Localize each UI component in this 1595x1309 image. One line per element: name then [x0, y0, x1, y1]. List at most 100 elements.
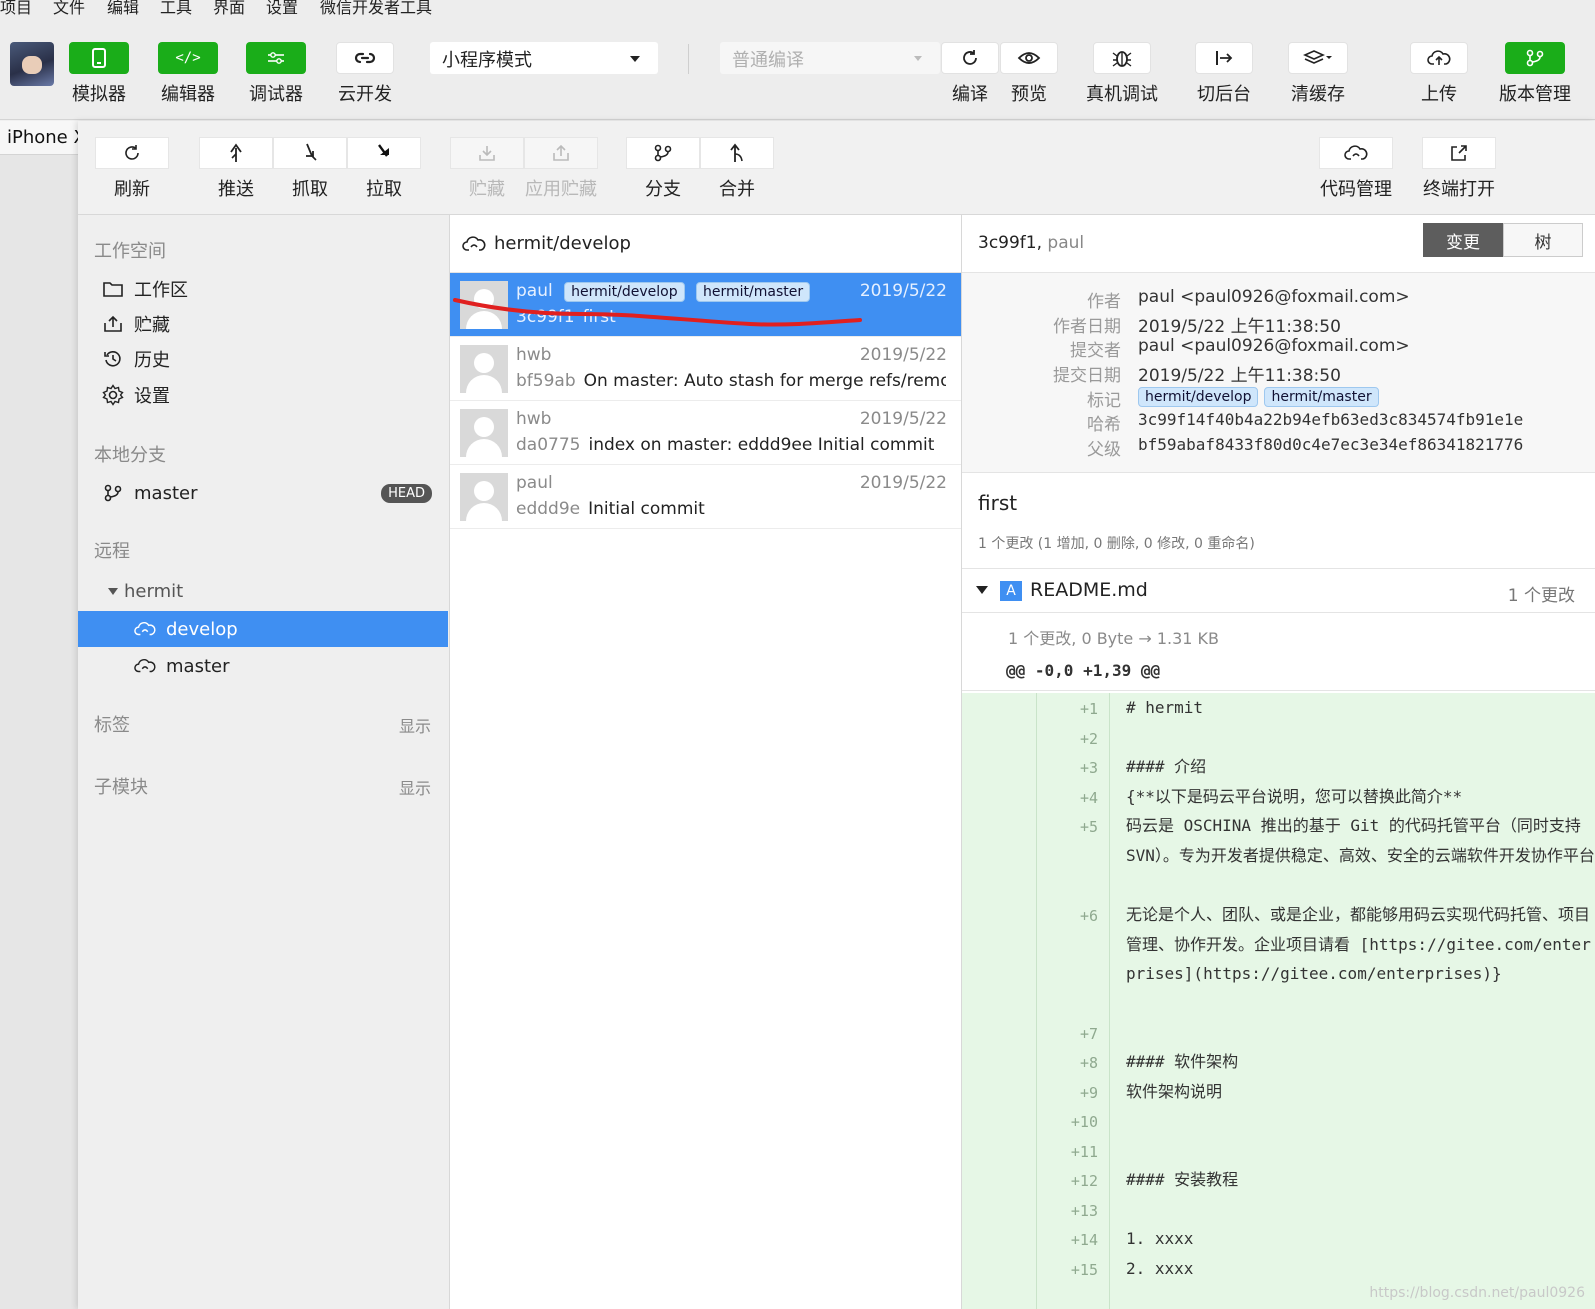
- line-number: +15: [1070, 1261, 1098, 1279]
- compile-label: 编译: [952, 84, 988, 105]
- mode-select[interactable]: 小程序模式: [430, 42, 658, 74]
- sidebar-item-stash[interactable]: 贮藏: [78, 306, 448, 342]
- menu-project[interactable]: 项目: [0, 0, 32, 18]
- line-content: 无论是个人、团队、或是企业，都能够用码云实现代码托管、项目管理、协作开发。企业项…: [1126, 905, 1591, 983]
- workspace-section-title: 工作空间: [94, 241, 166, 262]
- commit-line: eddd9e Initial commit: [516, 499, 946, 519]
- caret-down-icon: [976, 586, 988, 594]
- commit-line: da0775 index on master: eddd9ee Initial c…: [516, 435, 946, 455]
- line-content: #### 介绍: [1126, 757, 1207, 776]
- merge-button[interactable]: 合并: [700, 137, 774, 201]
- git-branch-icon: [1505, 42, 1565, 74]
- submodules-section-title: 子模块: [94, 777, 148, 798]
- menu-tools[interactable]: 工具: [160, 0, 192, 18]
- simulator-button[interactable]: 模拟器: [68, 42, 130, 106]
- tag-badge: hermit/master: [1264, 387, 1379, 407]
- debugger-button[interactable]: 调试器: [245, 42, 307, 106]
- meta-value[interactable]: bf59abaf8433f80d0c4e7ec3e34ef86341821776: [1138, 435, 1523, 454]
- sidebar-item-settings[interactable]: 设置: [78, 377, 448, 413]
- code-management-button[interactable]: 代码管理: [1319, 137, 1393, 201]
- line-number: +10: [1070, 1113, 1098, 1131]
- compile-button[interactable]: 编译: [941, 42, 999, 106]
- menu-wechat-devtools[interactable]: 微信开发者工具: [320, 0, 432, 18]
- line-number: +2: [1079, 730, 1098, 748]
- user-avatar[interactable]: [10, 42, 54, 86]
- version-management-button[interactable]: 版本管理: [1499, 42, 1571, 106]
- file-size-info: 1 个更改, 0 Byte → 1.31 KB: [962, 613, 1595, 653]
- commit-row[interactable]: paul 2019/5/22 eddd9e Initial commit: [450, 465, 961, 529]
- clear-cache-label: 清缓存: [1291, 84, 1345, 105]
- line-number: +1: [1079, 700, 1098, 718]
- editor-button[interactable]: </> 编辑器: [157, 42, 219, 106]
- local-branches-title: 本地分支: [94, 445, 166, 466]
- menu-file[interactable]: 文件: [53, 0, 85, 18]
- remote-branch-master[interactable]: master: [78, 648, 448, 684]
- remote-section-title: 远程: [94, 541, 130, 562]
- line-number: +4: [1079, 789, 1098, 807]
- diff-view: +1 # hermit +2 +3 #### 介绍 +4 {**以下是码云平台说明，您可以替…: [962, 693, 1595, 1309]
- real-device-debug-button[interactable]: 真机调试: [1086, 42, 1158, 106]
- tags-show-link[interactable]: 显示: [399, 713, 431, 737]
- commit-row[interactable]: hwb 2019/5/22 da0775 index on master: edd…: [450, 401, 961, 465]
- upload-label: 上传: [1421, 84, 1457, 105]
- cloud-dev-button[interactable]: 云开发: [334, 42, 396, 106]
- clear-cache-button[interactable]: 清缓存: [1287, 42, 1349, 106]
- commit-list-header: hermit/develop: [450, 215, 961, 273]
- sidebar-item-history[interactable]: 历史: [78, 341, 448, 377]
- remote-hermit[interactable]: hermit: [78, 573, 448, 609]
- tab-tree[interactable]: 树: [1503, 223, 1583, 257]
- refresh-button[interactable]: 刷新: [95, 137, 169, 201]
- folder-icon: [102, 278, 124, 300]
- commit-author-name: hwb: [516, 409, 552, 429]
- real-device-debug-label: 真机调试: [1086, 84, 1158, 105]
- submodules-show-link[interactable]: 显示: [399, 775, 431, 799]
- tab-changes[interactable]: 变更: [1423, 223, 1503, 257]
- commit-short-hash: 3c99f1,: [978, 233, 1042, 253]
- meta-key: 提交者: [1070, 341, 1121, 361]
- meta-value: 3c99f14f40b4a22b94efb63ed3c834574fb91e1e: [1138, 410, 1524, 429]
- menu-settings[interactable]: 设置: [266, 0, 298, 18]
- upload-button[interactable]: 上传: [1410, 42, 1468, 106]
- switch-background-icon: [1195, 42, 1253, 74]
- line-number: +5: [1079, 818, 1098, 836]
- simulator-label: 模拟器: [72, 84, 126, 105]
- background-button[interactable]: 切后台: [1195, 42, 1253, 106]
- line-number: +3: [1079, 759, 1098, 777]
- line-content: # hermit: [1126, 698, 1204, 717]
- remote-branch-develop[interactable]: develop: [78, 611, 448, 647]
- commit-row[interactable]: hwb 2019/5/22 bf59ab On master: Auto stas…: [450, 337, 961, 401]
- compile-select[interactable]: 普通编译: [720, 42, 940, 74]
- cloud-upload-icon: [1410, 42, 1468, 74]
- line-number: +14: [1070, 1231, 1098, 1249]
- hunk-text: @@ -0,0 +1,39 @@: [1006, 661, 1161, 680]
- background-label: 切后台: [1197, 84, 1251, 105]
- menu-bar: 项目 文件 编辑 工具 界面 设置 微信开发者工具: [0, 0, 1595, 20]
- meta-value: 2019/5/22 上午11:38:50: [1138, 317, 1341, 337]
- meta-tags: 标记 hermit/develop hermit/master: [962, 386, 1595, 411]
- local-branch-master[interactable]: master HEAD: [78, 475, 448, 511]
- apply-stash-button[interactable]: 应用贮藏: [524, 137, 598, 201]
- gear-icon: [102, 384, 124, 406]
- meta-key: 父级: [1087, 440, 1121, 460]
- open-terminal-label: 终端打开: [1423, 179, 1495, 200]
- sidebar-item-worktree[interactable]: 工作区: [78, 271, 448, 307]
- meta-commit-date: 提交日期 2019/5/22 上午11:38:50: [962, 361, 1595, 386]
- open-terminal-button[interactable]: 终端打开: [1422, 137, 1496, 201]
- file-change-count: 1 个更改: [1507, 586, 1575, 606]
- menu-edit[interactable]: 编辑: [107, 0, 139, 18]
- file-header[interactable]: A README.md 1 个更改: [962, 569, 1595, 613]
- line-content: 码云是 OSCHINA 推出的基于 Git 的代码托管平台（同时支持 SVN）。…: [1126, 816, 1595, 865]
- menu-view[interactable]: 界面: [213, 0, 245, 18]
- commit-detail-header: 3c99f1, paul 变更 树: [962, 215, 1595, 273]
- version-management-label: 版本管理: [1499, 84, 1571, 105]
- line-number: +6: [1079, 907, 1098, 925]
- device-tab[interactable]: iPhone X: [0, 121, 78, 155]
- meta-key: 作者: [1087, 292, 1121, 312]
- pull-button[interactable]: 拉取: [347, 137, 421, 201]
- commit-hash: eddd9e: [516, 499, 581, 519]
- meta-hash: 哈希 3c99f14f40b4a22b94efb63ed3c834574fb91e…: [962, 410, 1595, 435]
- line-number: +8: [1079, 1054, 1098, 1072]
- chevron-down-icon: [914, 56, 922, 61]
- git-merge-icon: [700, 137, 774, 169]
- preview-button[interactable]: 预览: [1000, 42, 1058, 106]
